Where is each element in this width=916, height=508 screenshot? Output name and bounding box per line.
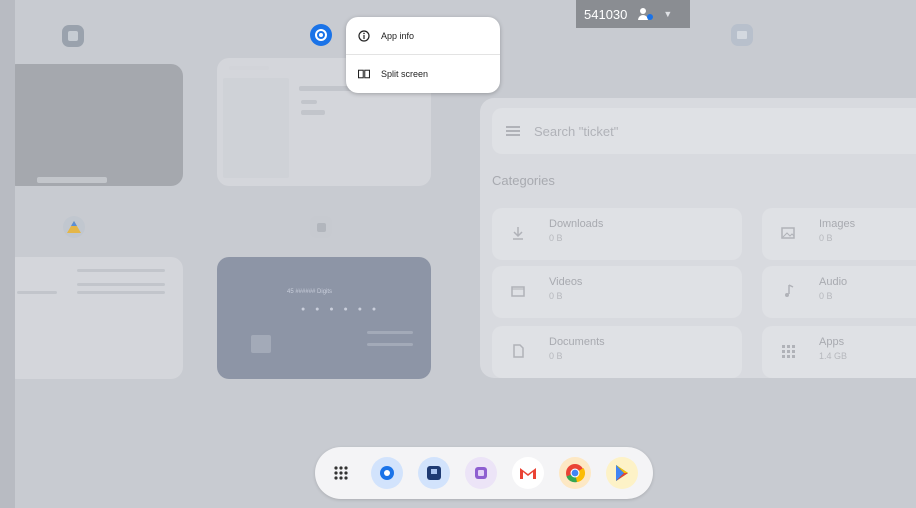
- notes-app-icon[interactable]: [310, 216, 332, 238]
- preview-line: [301, 110, 325, 115]
- app-drawer-icon[interactable]: [325, 457, 357, 489]
- lock-title: 45 ###### Digits: [287, 289, 333, 295]
- category-images[interactable]: Images 0 B: [762, 208, 916, 260]
- preview-line: [77, 291, 165, 294]
- category-name: Apps: [819, 336, 845, 348]
- split-screen-icon: [358, 68, 370, 80]
- category-size: 0 B: [819, 233, 833, 243]
- recent-app-card-1-bar: [37, 177, 107, 183]
- category-videos[interactable]: Videos 0 B: [492, 266, 742, 318]
- category-documents[interactable]: Documents 0 B: [492, 326, 742, 378]
- categories-title: Categories: [492, 173, 555, 188]
- info-icon: [358, 29, 370, 42]
- menu-label: App info: [381, 30, 415, 41]
- category-size: 0 B: [549, 233, 563, 243]
- recent-app-card-files[interactable]: Search "ticket" Categories Downloads 0 B…: [480, 98, 916, 378]
- play-store-icon[interactable]: [606, 457, 638, 489]
- image-icon: [781, 227, 795, 239]
- status-id: 541030: [584, 6, 628, 22]
- category-size: 0 B: [549, 351, 563, 361]
- preview-line: [17, 291, 57, 294]
- gallery-icon[interactable]: [465, 457, 497, 489]
- category-audio[interactable]: Audio 0 B: [762, 266, 916, 318]
- chevron-down-icon[interactable]: ▼: [663, 9, 672, 19]
- chrome-icon[interactable]: [559, 457, 591, 489]
- preview-line: [223, 78, 289, 178]
- files-icon[interactable]: [418, 457, 450, 489]
- recent-app-card-drive[interactable]: [15, 257, 183, 379]
- category-size: 0 B: [819, 291, 833, 301]
- category-name: Downloads: [549, 218, 604, 230]
- pin-dots: ● ● ● ● ● ●: [301, 306, 381, 313]
- download-icon: [513, 227, 523, 240]
- apps-grid-icon: [782, 345, 795, 358]
- preview-line: [229, 66, 269, 70]
- account-icon[interactable]: [637, 7, 654, 21]
- settings-app-icon[interactable]: [310, 24, 332, 46]
- category-size: 0 B: [549, 291, 563, 301]
- search-placeholder: Search "ticket": [534, 123, 619, 139]
- taskbar-dock: [315, 447, 653, 499]
- recent-app-card-1[interactable]: [15, 64, 183, 186]
- category-name: Images: [819, 218, 856, 230]
- category-name: Videos: [549, 276, 583, 288]
- gmail-icon[interactable]: [512, 457, 544, 489]
- preview-line: [367, 331, 413, 334]
- gallery-app-icon[interactable]: [731, 24, 753, 46]
- category-name: Documents: [549, 336, 605, 348]
- lock-icon-box: [251, 335, 271, 353]
- recent-app-card-lock[interactable]: 45 ###### Digits ● ● ● ● ● ●: [217, 257, 431, 379]
- files-app-icon[interactable]: [62, 25, 84, 47]
- category-downloads[interactable]: Downloads 0 B: [492, 208, 742, 260]
- status-bar: 541030 ▼: [576, 0, 690, 28]
- document-icon: [513, 344, 524, 358]
- category-size: 1.4 GB: [819, 351, 848, 361]
- music-note-icon: [785, 284, 794, 297]
- drive-app-icon[interactable]: [63, 216, 85, 238]
- category-apps[interactable]: Apps 1.4 GB: [762, 326, 916, 378]
- preview-line: [77, 283, 165, 286]
- preview-line: [367, 343, 413, 346]
- category-name: Audio: [819, 276, 848, 288]
- menu-icon[interactable]: [506, 124, 520, 139]
- menu-item-app-info[interactable]: App info: [346, 17, 500, 54]
- settings-icon[interactable]: [371, 457, 403, 489]
- video-icon: [511, 286, 525, 297]
- app-context-menu: App info Split screen: [346, 17, 500, 93]
- menu-item-split-screen[interactable]: Split screen: [346, 55, 500, 92]
- preview-line: [301, 100, 317, 104]
- menu-label: Split screen: [381, 68, 429, 79]
- preview-line: [77, 269, 165, 272]
- search-bar[interactable]: Search "ticket": [492, 108, 916, 154]
